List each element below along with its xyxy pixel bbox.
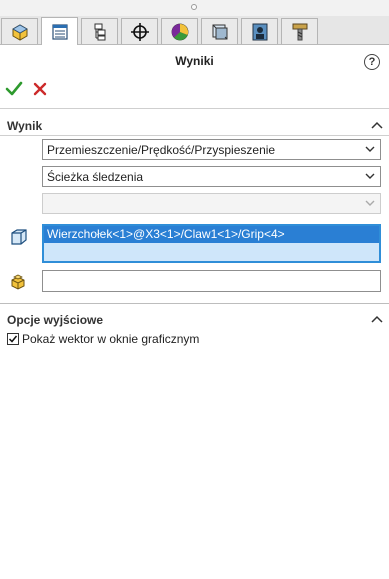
panel-top-strip <box>0 0 389 16</box>
tab-configuration-manager[interactable] <box>81 18 118 44</box>
display-manager-icon <box>171 23 188 40</box>
configuration-manager-icon <box>94 23 105 40</box>
collapse-chevron-up-icon[interactable] <box>371 315 383 323</box>
result-component-select <box>42 193 381 214</box>
tab-dimxpert[interactable] <box>121 18 158 44</box>
show-vector-label: Pokaż wektor w oknie graficznym <box>22 332 200 346</box>
dimxpert-icon <box>130 22 149 41</box>
vertex-selection-icon <box>11 229 27 245</box>
tab-feature-manager[interactable] <box>1 18 38 44</box>
reference-component-field[interactable] <box>42 270 381 292</box>
tool-icon <box>292 23 307 40</box>
show-vector-option[interactable]: Pokaż wektor w oknie graficznym <box>7 332 199 346</box>
feature-manager-icon <box>11 23 28 41</box>
selected-entity-item[interactable]: Wierzchołek<1>@X3<1>/Claw1<1>/Grip<4> <box>44 226 379 243</box>
manager-tab-bar <box>0 16 389 45</box>
tab-cam[interactable] <box>201 18 238 44</box>
cancel-close-icon[interactable] <box>32 81 48 97</box>
checkmark-icon <box>8 335 18 343</box>
chevron-down-icon <box>365 200 375 206</box>
help-icon[interactable]: ? <box>364 54 380 70</box>
panel-title: Wyniki <box>175 54 214 68</box>
divider <box>0 108 389 109</box>
tab-tool[interactable] <box>281 18 318 44</box>
result-subcategory-value: Ścieżka śledzenia <box>47 169 144 184</box>
result-subcategory-select[interactable]: Ścieżka śledzenia <box>42 166 381 187</box>
result-category-value: Przemieszczenie/Prędkość/Przyspieszenie <box>47 142 276 157</box>
divider <box>0 303 389 304</box>
reference-component-icon <box>11 274 25 290</box>
chevron-down-icon <box>365 173 375 179</box>
ok-check-icon[interactable] <box>5 80 23 98</box>
motion-study-icon <box>252 23 267 40</box>
divider <box>0 135 389 136</box>
selected-entities-list[interactable]: Wierzchołek<1>@X3<1>/Claw1<1>/Grip<4> <box>42 224 381 263</box>
section-title-output-options: Opcje wyjściowe <box>7 313 104 327</box>
tab-motion-study[interactable] <box>241 18 278 44</box>
tab-display-manager[interactable] <box>161 18 198 44</box>
result-category-select[interactable]: Przemieszczenie/Prędkość/Przyspieszenie <box>42 139 381 160</box>
collapse-chevron-up-icon[interactable] <box>371 121 383 129</box>
property-manager-icon <box>51 23 68 40</box>
tab-property-manager[interactable] <box>41 17 78 45</box>
drag-handle-icon[interactable] <box>191 4 197 10</box>
section-title-wynik: Wynik <box>7 119 43 133</box>
show-vector-checkbox[interactable] <box>7 333 19 345</box>
cam-icon <box>212 24 227 39</box>
chevron-down-icon <box>365 146 375 152</box>
